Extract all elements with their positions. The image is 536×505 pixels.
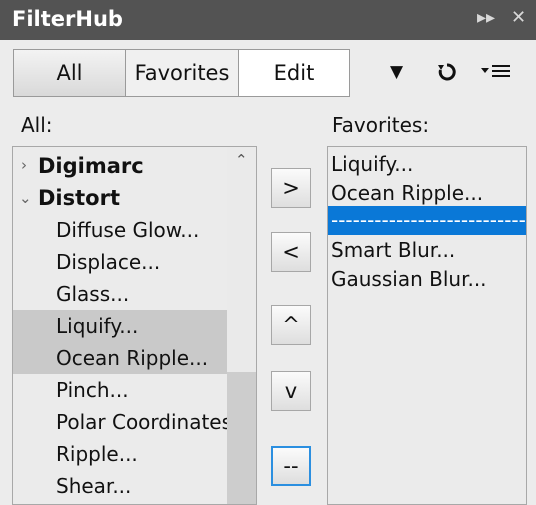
favorite-item[interactable]: Liquify... — [331, 150, 413, 179]
filter-item[interactable]: Displace... — [56, 246, 160, 278]
tab-favorites[interactable]: Favorites — [126, 50, 239, 96]
filter-item[interactable]: Ripple... — [56, 438, 138, 470]
tab-bar: All Favorites Edit — [13, 49, 350, 97]
add-to-favorites-button[interactable]: > — [271, 168, 311, 208]
move-down-button[interactable]: v — [271, 371, 311, 411]
filter-item[interactable]: Pinch... — [56, 374, 129, 406]
filter-item[interactable]: Glass... — [56, 278, 129, 310]
favorite-separator-selected[interactable]: ------------------------------- — [328, 206, 526, 235]
scroll-up-icon[interactable]: ⌃ — [235, 151, 248, 169]
tab-all[interactable]: All — [14, 50, 126, 96]
favorite-item[interactable]: Smart Blur... — [331, 236, 455, 265]
filter-item[interactable]: Polar Coordinates... — [56, 406, 227, 438]
window-title: FilterHub — [12, 7, 123, 31]
group-digimarc[interactable]: Digimarc — [38, 150, 144, 182]
dropdown-triangle-icon[interactable]: ▼ — [390, 60, 403, 84]
panel-menu-icon[interactable] — [480, 62, 512, 87]
group-distort[interactable]: Distort — [38, 182, 120, 214]
scrollbar[interactable]: ⌃ — [227, 147, 256, 504]
remove-from-favorites-button[interactable]: < — [271, 232, 311, 272]
close-icon[interactable]: ✕ — [511, 8, 526, 28]
favorite-item[interactable]: Gaussian Blur... — [331, 265, 487, 294]
all-filters-list[interactable]: › Digimarc ⌄ Distort Diffuse Glow... Dis… — [12, 146, 257, 505]
favorites-label: Favorites: — [332, 113, 430, 137]
favorite-item[interactable]: Ocean Ripple... — [331, 179, 483, 208]
filter-item-selected[interactable]: Ocean Ripple... — [13, 342, 227, 374]
collapse-panels-icon[interactable]: ▸▸ — [477, 8, 495, 28]
add-separator-button[interactable]: -- — [271, 446, 311, 486]
title-bar: FilterHub ▸▸ ✕ — [0, 0, 536, 40]
move-up-button[interactable]: ^ — [271, 305, 311, 345]
favorites-list[interactable]: Liquify... Ocean Ripple... -------------… — [327, 146, 527, 505]
all-label: All: — [21, 113, 53, 137]
scroll-thumb[interactable] — [227, 372, 256, 504]
filter-item[interactable]: Diffuse Glow... — [56, 214, 199, 246]
filter-item-selected[interactable]: Liquify... — [13, 310, 227, 342]
collapsed-caret-icon: › — [21, 156, 27, 174]
filter-item[interactable]: Shear... — [56, 470, 131, 502]
reset-icon[interactable] — [436, 61, 458, 88]
tab-edit[interactable]: Edit — [239, 50, 349, 96]
expanded-caret-icon: ⌄ — [19, 189, 32, 207]
